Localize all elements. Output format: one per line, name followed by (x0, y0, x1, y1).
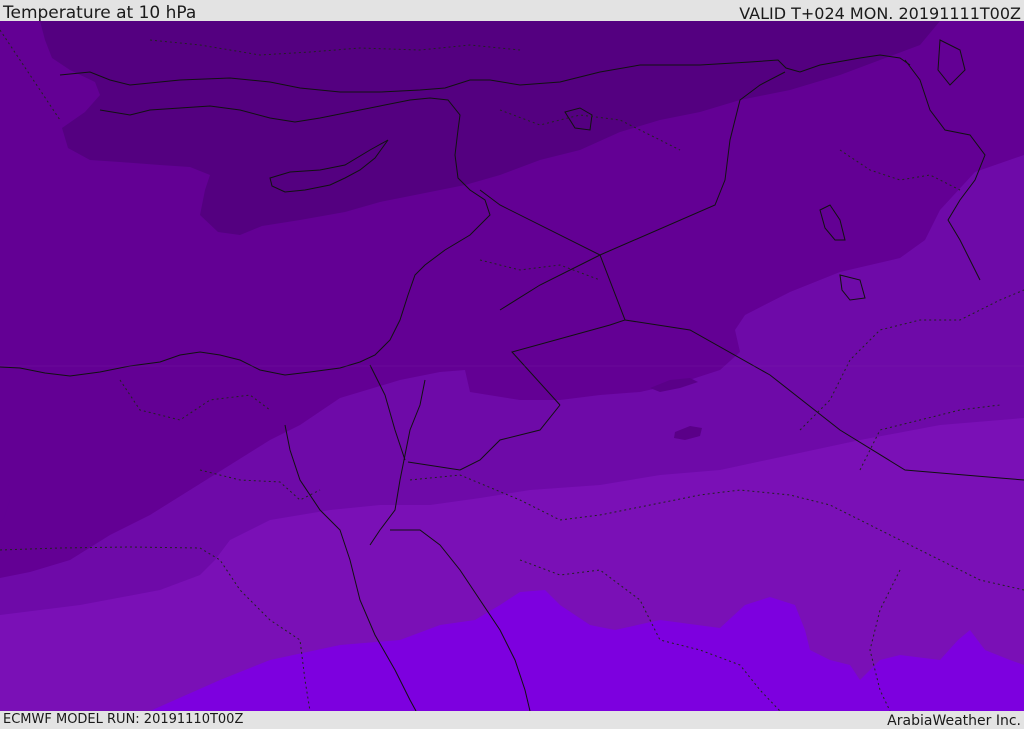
header-bar: Temperature at 10 hPa VALID T+024 MON. 2… (0, 0, 1024, 23)
brand-label: ArabiaWeather Inc. (887, 713, 1021, 729)
model-run: ECMWF MODEL RUN: 20191110T00Z (3, 712, 244, 727)
temperature-map (0, 21, 1024, 711)
map-title: Temperature at 10 hPa (3, 3, 197, 23)
footer-bar: ECMWF MODEL RUN: 20191110T00Z ArabiaWeat… (0, 711, 1024, 729)
